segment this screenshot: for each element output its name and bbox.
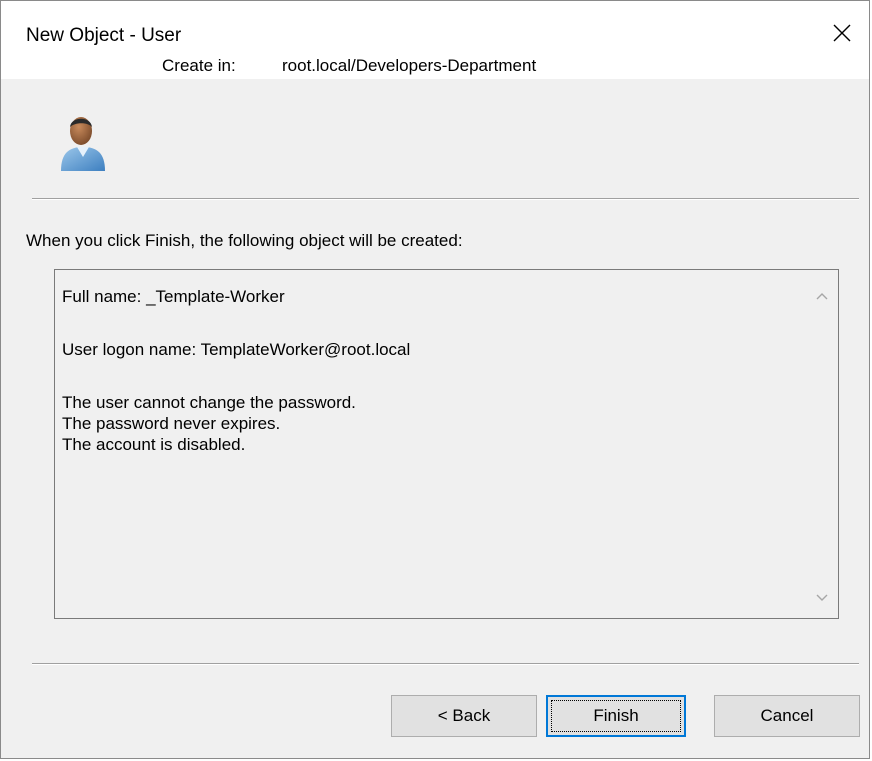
close-button[interactable]	[815, 1, 869, 65]
chevron-down-icon	[815, 590, 829, 608]
create-in-path: root.local/Developers-Department	[282, 56, 537, 75]
window-title: New Object - User	[26, 25, 182, 46]
finish-button[interactable]: Finish	[546, 695, 686, 737]
back-button[interactable]: < Back	[391, 695, 537, 737]
summary-flag-2: The password never expires.	[62, 414, 281, 433]
summary-content: Full name: _Template-Worker User logon n…	[62, 286, 410, 455]
summary-flag-3: The account is disabled.	[62, 435, 246, 454]
footer-separator	[32, 663, 859, 665]
summary-flag-1: The user cannot change the password.	[62, 393, 356, 412]
user-icon	[53, 111, 113, 175]
cancel-button[interactable]: Cancel	[714, 695, 860, 737]
new-object-user-dialog: New Object - User Create in: root.local/…	[0, 0, 870, 759]
summary-full-name: Full name: _Template-Worker	[62, 287, 285, 306]
summary-logon-name: User logon name: TemplateWorker@root.loc…	[62, 340, 411, 359]
create-in-label: Create in:	[162, 56, 236, 75]
close-icon	[832, 23, 852, 43]
intro-text: When you click Finish, the following obj…	[26, 231, 463, 250]
header-separator	[32, 198, 859, 200]
focus-ring	[551, 700, 681, 732]
scroll-down-button[interactable]	[806, 584, 838, 614]
summary-scrollbar[interactable]	[806, 270, 838, 618]
summary-textbox[interactable]: Full name: _Template-Worker User logon n…	[54, 269, 839, 619]
chevron-up-icon	[815, 288, 829, 306]
scroll-up-button[interactable]	[806, 282, 838, 312]
